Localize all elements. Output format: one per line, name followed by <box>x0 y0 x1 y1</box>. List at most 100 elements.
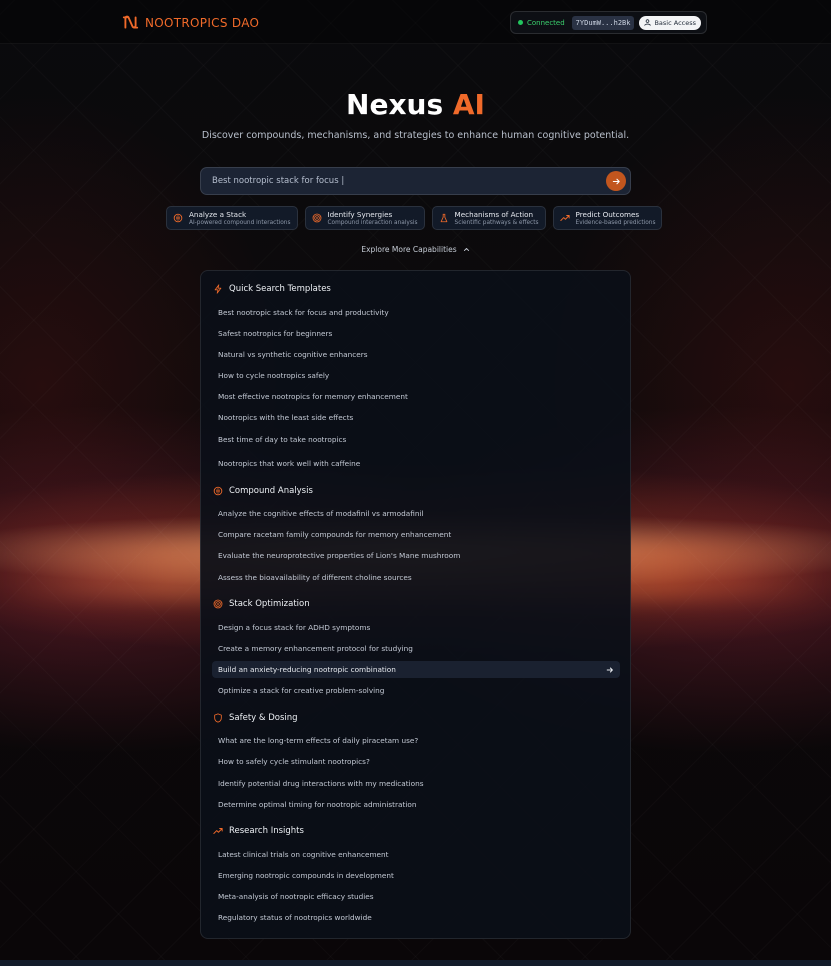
explore-label: Explore More Capabilities <box>361 245 457 254</box>
template-item[interactable]: Optimize a stack for creative problem-so… <box>212 682 620 699</box>
section-header-compound-analysis: Compound Analysis <box>213 486 313 496</box>
template-item-hovered[interactable]: Build an anxiety-reducing nootropic comb… <box>212 661 620 678</box>
page-title: Nexus AI <box>0 88 831 121</box>
capability-title: Mechanisms of Action <box>454 209 534 219</box>
submit-search-button[interactable] <box>606 171 626 191</box>
item-label: How to safely cycle stimulant nootropics… <box>218 757 370 766</box>
arrow-right-icon <box>606 667 613 672</box>
connection-status: Connected <box>516 19 567 27</box>
template-item[interactable]: Safest nootropics for beginners <box>212 325 620 342</box>
capability-identify-synergies[interactable]: Identify Synergies Compound interaction … <box>304 206 425 230</box>
access-level-button[interactable]: Basic Access <box>639 15 701 30</box>
section-title: Stack Optimization <box>229 599 310 609</box>
template-item[interactable]: Evaluate the neuroprotective properties … <box>212 547 620 564</box>
user-icon <box>644 19 652 26</box>
footer-edge <box>0 960 831 966</box>
template-item[interactable]: Best time of day to take nootropics <box>212 431 620 448</box>
template-item[interactable]: Nootropics with the least side effects <box>212 409 620 426</box>
item-label: How to cycle nootropics safely <box>218 371 330 380</box>
item-label: Nootropics with the least side effects <box>218 413 354 422</box>
item-label: Safest nootropics for beginners <box>218 329 333 338</box>
item-label: Assess the bioavailability of different … <box>218 573 412 582</box>
title-accent: AI <box>452 88 485 121</box>
capability-desc: Compound interaction analysis <box>327 219 418 226</box>
item-label: Emerging nootropic compounds in developm… <box>218 871 394 880</box>
item-label: Compare racetam family compounds for mem… <box>218 530 452 539</box>
target-icon <box>213 599 223 609</box>
item-label: Latest clinical trials on cognitive enha… <box>218 850 389 859</box>
template-item[interactable]: Create a memory enhancement protocol for… <box>212 640 620 657</box>
status-label: Connected <box>526 18 565 27</box>
chevron-up-icon <box>463 247 469 252</box>
template-item[interactable]: Most effective nootropics for memory enh… <box>212 388 620 405</box>
capability-title: Analyze a Stack <box>189 209 247 219</box>
item-label: Nootropics that work well with caffeine <box>218 459 361 468</box>
brain-icon <box>213 486 223 496</box>
brand-name: NOOTROPICS DAO <box>145 15 260 30</box>
template-item[interactable]: Emerging nootropic compounds in developm… <box>212 867 620 884</box>
template-item[interactable]: Design a focus stack for ADHD symptoms <box>212 619 620 636</box>
item-label: Best time of day to take nootropics <box>218 435 347 444</box>
item-label: Natural vs synthetic cognitive enhancers <box>218 350 368 359</box>
trend-up-icon <box>559 215 570 221</box>
section-header-safety-dosing: Safety & Dosing <box>213 713 298 723</box>
logo-icon <box>122 15 139 29</box>
search-input[interactable] <box>212 176 606 186</box>
template-item[interactable]: Natural vs synthetic cognitive enhancers <box>212 346 620 363</box>
capability-desc: AI-powered compound interactions <box>189 219 291 226</box>
top-nav: NOOTROPICS DAO Connected 7YDumW...h2Bk B… <box>0 0 831 44</box>
target-icon <box>312 213 321 223</box>
capability-analyze-stack[interactable]: Analyze a Stack AI-powered compound inte… <box>166 206 298 230</box>
section-title: Quick Search Templates <box>229 284 331 294</box>
template-item[interactable]: Best nootropic stack for focus and produ… <box>212 304 620 321</box>
template-item[interactable]: What are the long-term effects of daily … <box>212 732 620 749</box>
explore-more-toggle[interactable]: Explore More Capabilities <box>0 245 831 254</box>
section-header-research-insights: Research Insights <box>213 826 304 836</box>
item-label: Regulatory status of nootropics worldwid… <box>218 913 372 922</box>
brand[interactable]: NOOTROPICS DAO <box>122 14 259 31</box>
status-dot-icon <box>517 20 523 25</box>
search-bar <box>200 167 631 195</box>
template-item[interactable]: Latest clinical trials on cognitive enha… <box>212 846 620 863</box>
template-item[interactable]: Meta-analysis of nootropic efficacy stud… <box>212 888 620 905</box>
section-title: Research Insights <box>229 826 304 836</box>
template-item[interactable]: Assess the bioavailability of different … <box>212 569 620 586</box>
item-label: Evaluate the neuroprotective properties … <box>218 551 461 560</box>
item-label: Most effective nootropics for memory enh… <box>218 392 408 401</box>
item-label: Optimize a stack for creative problem-so… <box>218 686 385 695</box>
capabilities-row: Analyze a Stack AI-powered compound inte… <box>166 206 663 230</box>
brain-icon <box>173 213 183 223</box>
wallet-widget: Connected 7YDumW...h2Bk Basic Access <box>509 11 707 34</box>
capability-desc: Evidence-based predictions <box>575 219 656 226</box>
capabilities-panel: Quick Search Templates Best nootropic st… <box>200 270 631 939</box>
template-item[interactable]: Determine optimal timing for nootropic a… <box>212 796 620 813</box>
capability-mechanisms[interactable]: Mechanisms of Action Scientific pathways… <box>431 206 546 230</box>
section-title: Safety & Dosing <box>229 713 298 723</box>
arrow-right-icon <box>612 178 620 184</box>
template-item[interactable]: Compare racetam family compounds for mem… <box>212 526 620 543</box>
template-item[interactable]: Identify potential drug interactions wit… <box>212 775 620 792</box>
item-label: Design a focus stack for ADHD symptoms <box>218 623 371 632</box>
access-label: Basic Access <box>654 18 696 27</box>
item-label: What are the long-term effects of daily … <box>218 736 419 745</box>
title-main: Nexus <box>346 88 444 121</box>
item-label: Analyze the cognitive effects of modafin… <box>218 509 424 518</box>
section-header-stack-optimization: Stack Optimization <box>213 599 310 609</box>
item-label: Meta-analysis of nootropic efficacy stud… <box>218 892 374 901</box>
template-item[interactable]: Analyze the cognitive effects of modafin… <box>212 505 620 522</box>
capability-predict-outcomes[interactable]: Predict Outcomes Evidence-based predicti… <box>552 206 663 230</box>
template-item[interactable]: Nootropics that work well with caffeine <box>212 455 620 472</box>
shield-icon <box>214 713 222 723</box>
item-label: Build an anxiety-reducing nootropic comb… <box>218 665 396 674</box>
item-label: Create a memory enhancement protocol for… <box>218 644 413 653</box>
template-item[interactable]: How to safely cycle stimulant nootropics… <box>212 753 620 770</box>
capability-desc: Scientific pathways & effects <box>454 219 539 226</box>
template-item[interactable]: Regulatory status of nootropics worldwid… <box>212 909 620 926</box>
wallet-address[interactable]: 7YDumW...h2Bk <box>571 15 635 30</box>
section-header-quick-search: Quick Search Templates <box>213 284 331 294</box>
template-item[interactable]: How to cycle nootropics safely <box>212 367 620 384</box>
item-label: Best nootropic stack for focus and produ… <box>218 308 389 317</box>
lightning-icon <box>214 284 222 294</box>
item-label: Identify potential drug interactions wit… <box>218 779 424 788</box>
capability-title: Identify Synergies <box>327 209 393 219</box>
